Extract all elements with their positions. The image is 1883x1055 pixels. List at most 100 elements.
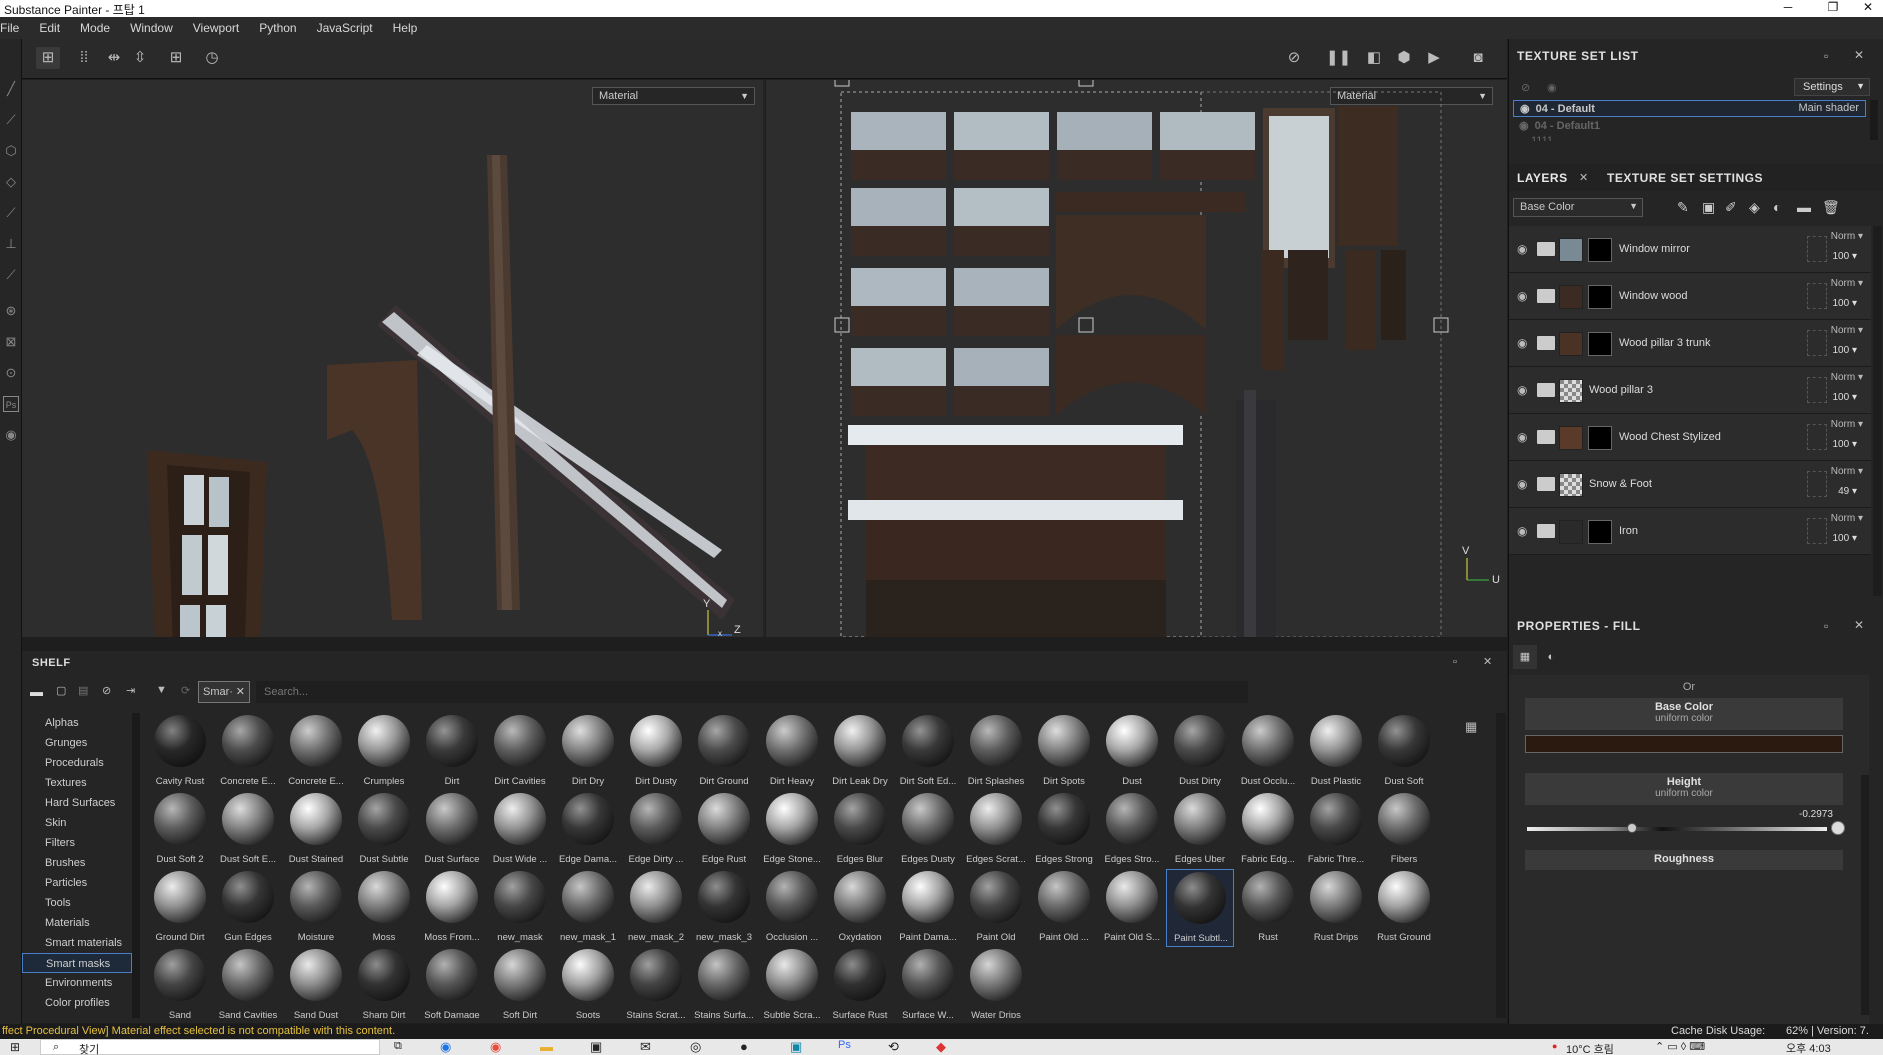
- shelf-item[interactable]: Sharp Dirt: [350, 947, 418, 1018]
- menu-javascript[interactable]: JavaScript: [307, 21, 383, 35]
- shelf-category[interactable]: Skin: [22, 813, 132, 833]
- shelf-item[interactable]: Sand Dust: [282, 947, 350, 1018]
- layer-opacity[interactable]: 100 ▾: [1833, 439, 1858, 450]
- photoshop-icon[interactable]: Ps: [3, 396, 19, 412]
- shelf-item[interactable]: Edges Stro...: [1098, 791, 1166, 869]
- layer-opacity[interactable]: 100 ▾: [1833, 345, 1858, 356]
- shelf-item[interactable]: Dust: [1098, 713, 1166, 791]
- layer-blend-mode[interactable]: Norm ▾: [1831, 278, 1863, 289]
- split-view-icon[interactable]: ◧: [1362, 47, 1386, 69]
- filter-tag[interactable]: Smar· ✕: [198, 681, 250, 703]
- refresh-icon[interactable]: ⟳: [181, 684, 190, 697]
- maximize-button[interactable]: ❐: [1818, 0, 1848, 17]
- shelf-item[interactable]: Soft Damage: [418, 947, 486, 1018]
- new-icon[interactable]: ▢: [56, 684, 66, 697]
- height-slider-handle[interactable]: [1627, 823, 1637, 833]
- shelf-item[interactable]: Rust Drips: [1302, 869, 1370, 947]
- layer-visibility-icon[interactable]: ◉: [1517, 524, 1533, 538]
- height-header[interactable]: Height uniform color: [1525, 773, 1843, 805]
- import-icon[interactable]: ⇥: [126, 684, 135, 697]
- menu-edit[interactable]: Edit: [29, 21, 70, 35]
- bake-icon[interactable]: ⊛: [3, 303, 19, 319]
- shelf-item[interactable]: Crumples: [350, 713, 418, 791]
- shelf-item[interactable]: Edges Strong: [1030, 791, 1098, 869]
- folder-icon[interactable]: [1537, 477, 1555, 491]
- layer-opacity[interactable]: 100 ▾: [1833, 533, 1858, 544]
- fill-tab-icon[interactable]: ▦: [1513, 645, 1537, 669]
- folder-icon[interactable]: [1537, 524, 1555, 538]
- shelf-search-input[interactable]: [256, 681, 1248, 703]
- shelf-category[interactable]: Tools: [22, 893, 132, 913]
- shelf-item[interactable]: Edges Scrat...: [962, 791, 1030, 869]
- categories-scrollbar[interactable]: [132, 713, 140, 1018]
- layer-visibility-icon[interactable]: ◉: [1517, 477, 1533, 491]
- add-paint-layer-icon[interactable]: ✐: [1725, 199, 1737, 216]
- shelf-item[interactable]: Rust: [1234, 869, 1302, 947]
- shelf-item[interactable]: new_mask_2: [622, 869, 690, 947]
- layer-visibility-icon[interactable]: ◉: [1517, 383, 1533, 397]
- shelf-category[interactable]: Grunges: [22, 733, 132, 753]
- hide-icon[interactable]: ⊘: [102, 684, 111, 697]
- layer-mask-thumbnail[interactable]: [1588, 332, 1612, 356]
- layer-name[interactable]: Snow & Foot: [1589, 478, 1652, 490]
- shelf-category[interactable]: Smart materials: [22, 933, 132, 953]
- viewport-2d[interactable]: Material ▼ V U: [766, 80, 1507, 637]
- layer-drop-target[interactable]: [1807, 236, 1827, 262]
- layer-row[interactable]: ◉ Wood Chest Stylized Norm ▾ 100 ▾: [1509, 414, 1871, 461]
- shelf-category[interactable]: Smart masks: [22, 953, 132, 973]
- layer-row[interactable]: ◉ Window wood Norm ▾ 100 ▾: [1509, 273, 1871, 320]
- texture-set-scrollbar[interactable]: [1870, 100, 1878, 140]
- shelf-item[interactable]: Paint Subtl...: [1166, 869, 1234, 947]
- clock[interactable]: 오후 4:03: [1786, 1040, 1831, 1055]
- shelf-category[interactable]: Procedurals: [22, 753, 132, 773]
- shelf-item[interactable]: Dust Stained: [282, 791, 350, 869]
- channel-select[interactable]: Base Color ▼: [1513, 198, 1643, 217]
- app4-icon[interactable]: ⟲: [888, 1039, 899, 1055]
- shelf-item[interactable]: Dust Subtle: [350, 791, 418, 869]
- minimize-button[interactable]: ─: [1773, 0, 1803, 17]
- layer-drop-target[interactable]: [1807, 518, 1827, 544]
- texture-set-item-1111[interactable]: 1111: [1513, 135, 1866, 141]
- layer-row[interactable]: ◉ Iron Norm ▾ 100 ▾: [1509, 508, 1871, 555]
- properties-close-icon[interactable]: ✕: [1854, 618, 1864, 632]
- shelf-item[interactable]: Spots: [554, 947, 622, 1018]
- shelf-item[interactable]: Dust Soft E...: [214, 791, 282, 869]
- layer-drop-target[interactable]: [1807, 424, 1827, 450]
- shelf-item[interactable]: Oxydation: [826, 869, 894, 947]
- height-slider[interactable]: [1527, 827, 1827, 831]
- screenshot-icon[interactable]: ◉: [3, 427, 19, 443]
- paint-brush-icon[interactable]: ╱: [3, 81, 19, 97]
- layer-visibility-icon[interactable]: ◉: [1517, 242, 1533, 256]
- shelf-category[interactable]: Particles: [22, 873, 132, 893]
- save-icon[interactable]: ▤: [78, 684, 88, 697]
- eye-icon[interactable]: ◉: [1520, 103, 1530, 115]
- menu-python[interactable]: Python: [249, 21, 306, 35]
- shelf-item[interactable]: Dirt Dry: [554, 713, 622, 791]
- hide-icon[interactable]: ⊘: [1282, 47, 1306, 69]
- add-fill-layer-icon[interactable]: ◈: [1749, 199, 1760, 216]
- shelf-item[interactable]: Stains Scrat...: [622, 947, 690, 1018]
- layer-row[interactable]: ◉ Window mirror Norm ▾ 100 ▾: [1509, 226, 1871, 273]
- start-icon[interactable]: ⊞: [10, 1040, 20, 1054]
- layer-name[interactable]: Wood pillar 3: [1589, 384, 1653, 396]
- layer-drop-target[interactable]: [1807, 471, 1827, 497]
- shelf-category[interactable]: Materials: [22, 913, 132, 933]
- mirror-y-icon[interactable]: ⇳: [128, 47, 152, 69]
- visibility-icon[interactable]: ⊘: [1521, 81, 1530, 94]
- layer-opacity[interactable]: 49 ▾: [1838, 486, 1857, 497]
- folder-icon[interactable]: [1537, 289, 1555, 303]
- shelf-category[interactable]: Color profiles: [22, 993, 132, 1013]
- app2-icon[interactable]: ●: [740, 1039, 748, 1054]
- menu-mode[interactable]: Mode: [70, 21, 120, 35]
- tab-texture-set-settings[interactable]: TEXTURE SET SETTINGS: [1607, 171, 1763, 185]
- shelf-item[interactable]: Fabric Edg...: [1234, 791, 1302, 869]
- measure-icon[interactable]: ⊠: [3, 334, 19, 350]
- shelf-item[interactable]: new_mask_1: [554, 869, 622, 947]
- settings-icon[interactable]: ⊙: [3, 365, 19, 381]
- polygon-fill-icon[interactable]: ◇: [3, 174, 19, 190]
- photoshop-task-icon[interactable]: Ps: [838, 1039, 851, 1051]
- base-color-header[interactable]: Base Color uniform color: [1525, 698, 1843, 730]
- layer-blend-mode[interactable]: Norm ▾: [1831, 325, 1863, 336]
- viewport-3d[interactable]: Material ▼ Y Z x: [22, 80, 765, 637]
- layer-name[interactable]: Window mirror: [1619, 243, 1690, 255]
